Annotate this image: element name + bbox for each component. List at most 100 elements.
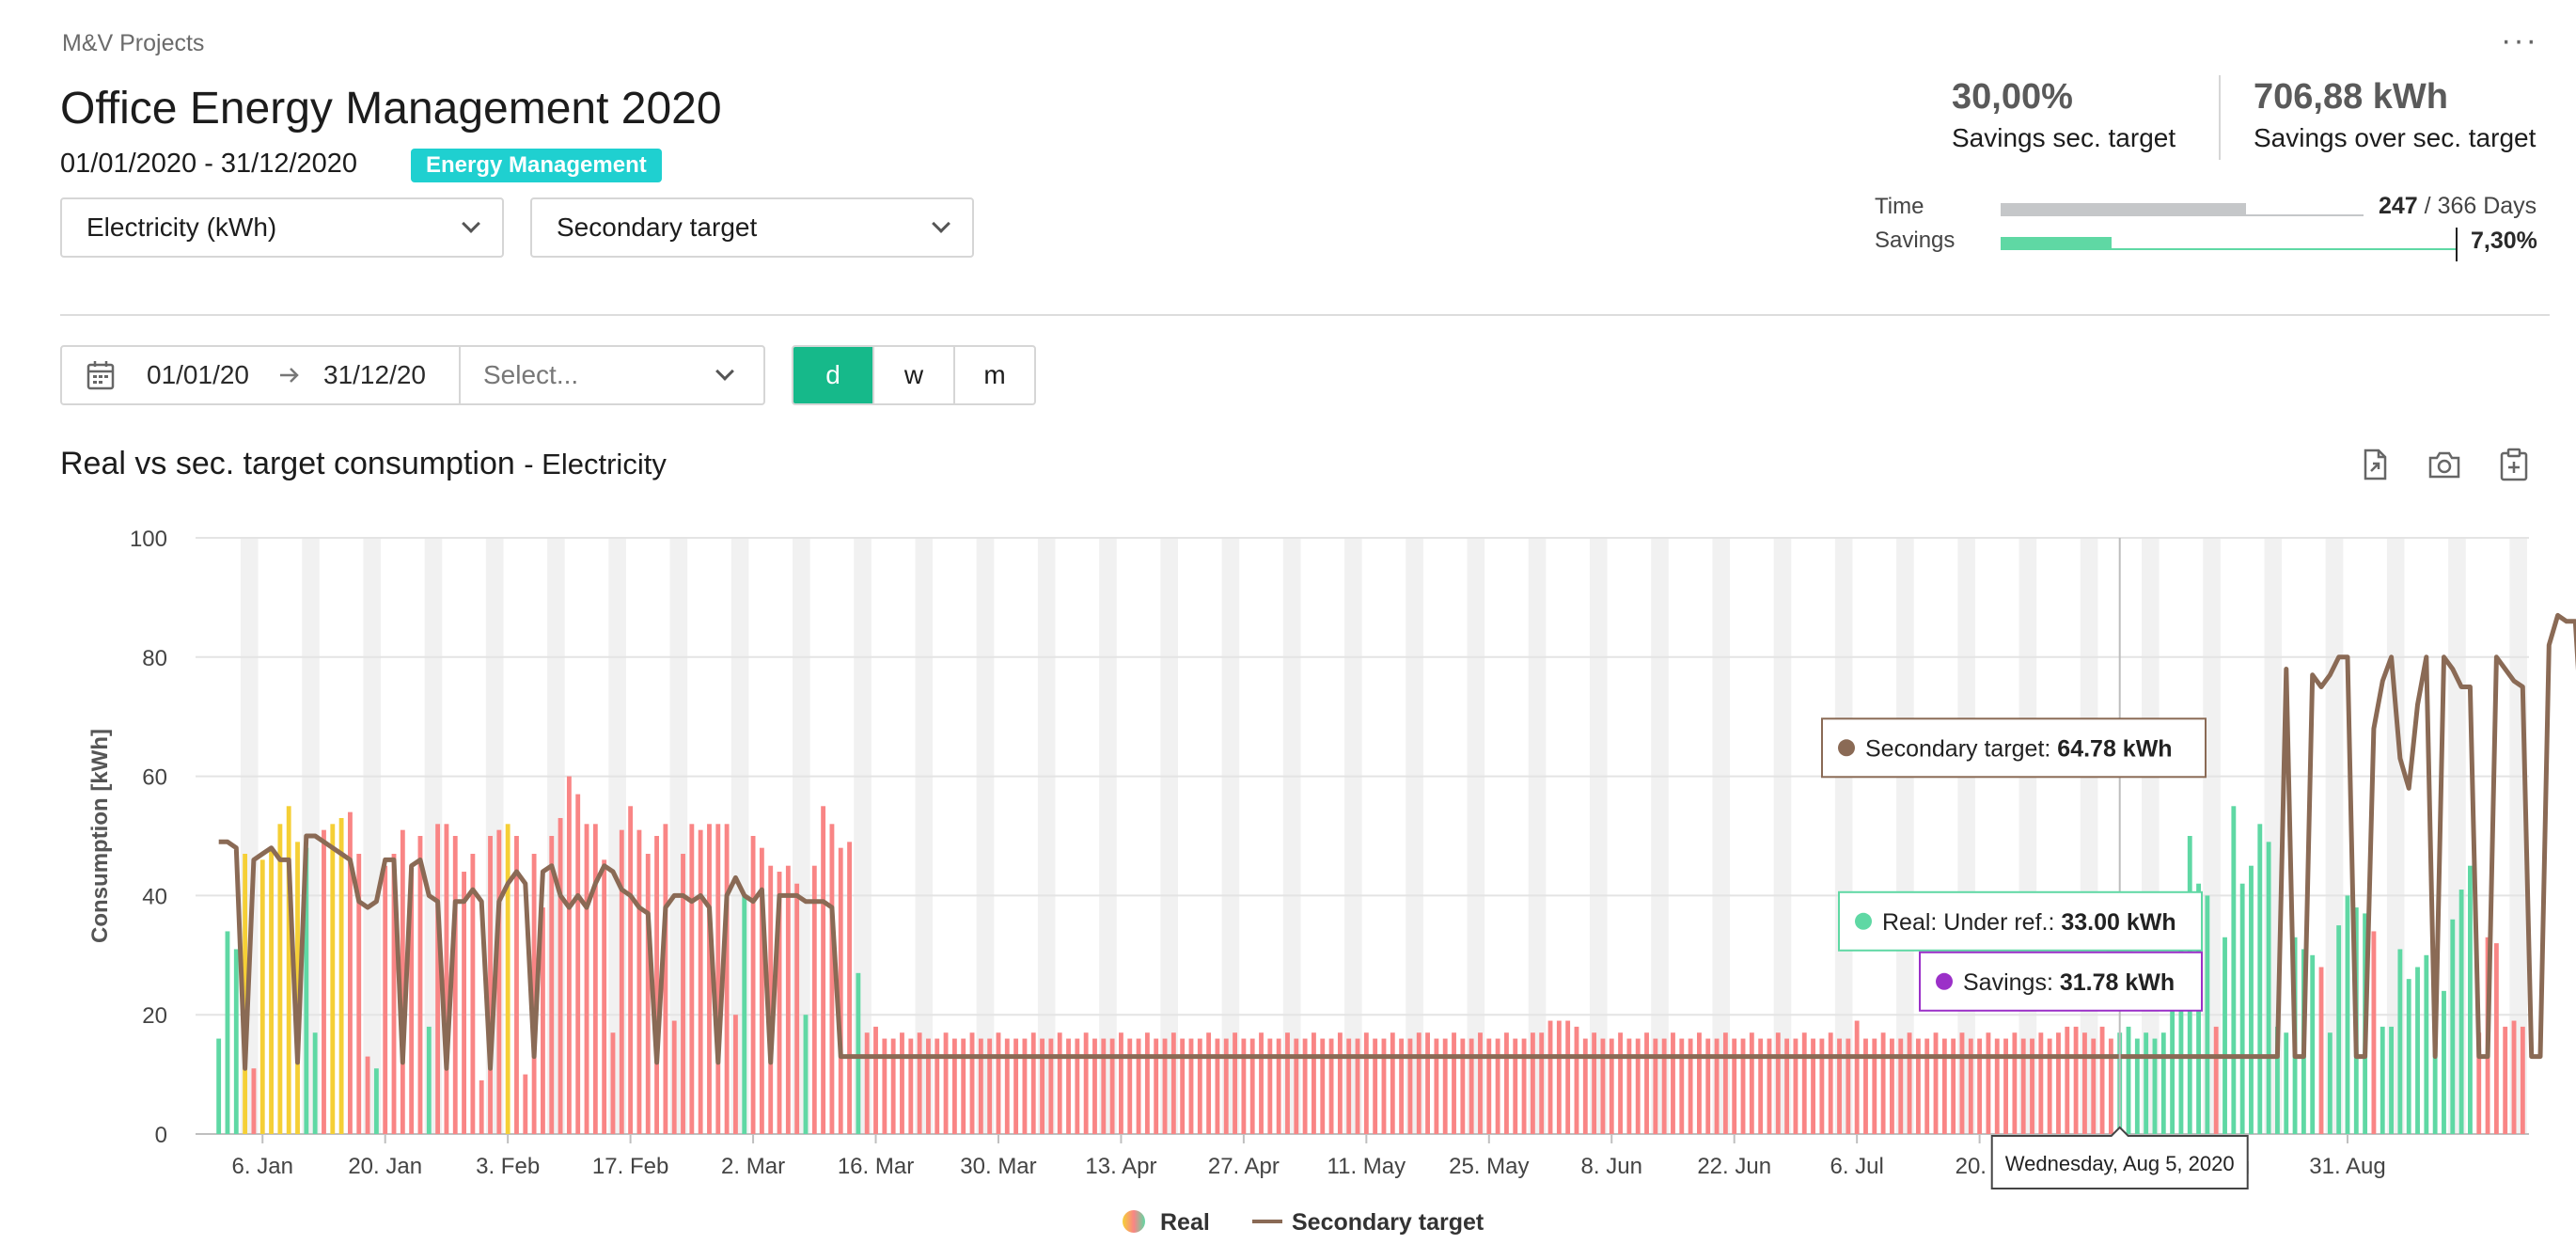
- x-tick-label: 17. Feb: [592, 1154, 668, 1179]
- real-bar: [2284, 1032, 2289, 1134]
- real-bar: [1381, 1038, 1387, 1134]
- y-tick-label: 100: [130, 527, 167, 552]
- real-bar: [636, 829, 642, 1134]
- real-bar: [733, 1015, 738, 1134]
- kpi-divider: [2219, 75, 2221, 160]
- time-progress-bar: [2001, 203, 2364, 216]
- x-tick-label: 22. Jun: [1697, 1154, 1771, 1179]
- time-progress-fill: [2001, 203, 2246, 216]
- real-bar: [1223, 1038, 1229, 1134]
- metric-select[interactable]: Electricity (kWh): [60, 197, 504, 258]
- tooltip-label: Secondary target:: [1865, 735, 2057, 762]
- granularity-week-button[interactable]: w: [872, 347, 953, 403]
- real-bar: [1495, 1038, 1500, 1134]
- target-select[interactable]: Secondary target: [530, 197, 974, 258]
- real-bar: [1626, 1038, 1632, 1134]
- real-bar: [2503, 1026, 2508, 1134]
- real-bar: [259, 859, 265, 1134]
- x-tick-label: 6. Jul: [1830, 1154, 1883, 1179]
- real-bar: [2327, 1032, 2333, 1134]
- breadcrumb[interactable]: M&V Projects: [62, 30, 204, 57]
- real-bar: [610, 1032, 616, 1134]
- real-bar: [1302, 1038, 1308, 1134]
- real-bar: [1119, 1032, 1123, 1134]
- real-bar: [1556, 1020, 1562, 1134]
- real-bar: [2012, 1032, 2018, 1134]
- date-range-picker[interactable]: 01/01/20 31/12/20 Select...: [60, 345, 765, 405]
- date-from-input[interactable]: 01/01/20: [147, 360, 259, 390]
- date-tooltip: Wednesday, Aug 5, 2020: [1990, 1126, 2249, 1189]
- clipboard-icon[interactable]: [2497, 448, 2531, 481]
- real-bar: [1609, 1038, 1614, 1134]
- granularity-month-button[interactable]: m: [953, 347, 1034, 403]
- real-bar: [1180, 1038, 1186, 1134]
- real-bar: [2397, 949, 2403, 1134]
- kpi-value: 706,88 kWh: [2254, 77, 2448, 117]
- real-bar: [1276, 1038, 1281, 1134]
- real-bar: [1994, 1038, 2000, 1134]
- real-bar: [2468, 865, 2473, 1134]
- real-bar: [847, 842, 852, 1134]
- real-bar: [496, 829, 502, 1134]
- real-bar: [1259, 1032, 1264, 1134]
- savings-progress-bar: [2001, 237, 2458, 250]
- real-bar: [1941, 1038, 1947, 1134]
- real-bar: [365, 1056, 370, 1134]
- date-to-input[interactable]: 31/12/20: [323, 360, 446, 390]
- real-bar: [1057, 1032, 1062, 1134]
- time-progress-days: 247: [2379, 193, 2418, 219]
- export-icon[interactable]: [2358, 448, 2392, 481]
- camera-icon[interactable]: [2427, 448, 2461, 481]
- real-bar: [2003, 1038, 2008, 1134]
- real-bar: [470, 854, 476, 1134]
- granularity-day-button[interactable]: d: [793, 347, 872, 403]
- real-bar: [2266, 842, 2271, 1134]
- y-tick-label: 60: [142, 765, 167, 791]
- legend-item-target[interactable]: Secondary target: [1252, 1209, 1484, 1236]
- legend-swatch-real: [1123, 1210, 1145, 1233]
- real-bar: [1644, 1032, 1649, 1134]
- y-axis-label: Consumption [kWh]: [87, 729, 113, 943]
- tooltip-swatch: [1936, 972, 1953, 990]
- real-bar: [1312, 1032, 1316, 1134]
- real-bar: [426, 1026, 432, 1134]
- real-bar: [750, 836, 756, 1134]
- real-bar: [2091, 1038, 2097, 1134]
- real-bar: [435, 824, 441, 1134]
- real-bar: [1539, 1032, 1545, 1134]
- real-bar: [645, 854, 651, 1134]
- consumption-chart[interactable]: 0 20 40 60 80 100 Consumption [kWh] 6. Jan 20. …: [0, 508, 2576, 1260]
- real-bar: [383, 865, 388, 1134]
- real-bar: [1092, 1038, 1097, 1134]
- x-tick-label: 25. May: [1449, 1154, 1529, 1179]
- granularity-toggle[interactable]: d w m: [792, 345, 1036, 405]
- real-bar: [707, 824, 712, 1134]
- real-bar: [803, 1015, 809, 1134]
- chart-title-main: Real vs sec. target consumption: [60, 446, 515, 481]
- x-tick-label: 6. Jan: [232, 1154, 293, 1179]
- real-bar: [1442, 1038, 1448, 1134]
- period-select[interactable]: Select...: [461, 347, 763, 403]
- y-tick-label: 0: [155, 1123, 167, 1148]
- real-bar: [216, 1038, 222, 1134]
- real-bar: [1267, 1038, 1273, 1134]
- real-bar: [1661, 1038, 1667, 1134]
- real-bar: [1048, 1038, 1054, 1134]
- more-options-icon[interactable]: ···: [2501, 23, 2538, 59]
- real-bar: [2126, 1026, 2131, 1134]
- real-bar: [1434, 1038, 1439, 1134]
- real-bar: [715, 824, 721, 1134]
- real-bar: [1767, 1038, 1772, 1134]
- real-bar: [2160, 1032, 2166, 1134]
- real-bar: [2257, 824, 2263, 1134]
- real-bar: [1837, 1038, 1842, 1134]
- real-bar: [1679, 1038, 1685, 1134]
- real-bar: [2371, 931, 2377, 1134]
- real-bar: [269, 847, 274, 1134]
- real-bar: [1075, 1038, 1080, 1134]
- legend-item-real[interactable]: Real: [1123, 1209, 1210, 1236]
- real-bar: [1880, 1032, 1886, 1134]
- real-bar: [2345, 895, 2350, 1134]
- savings-progress-value: 7,30%: [2471, 228, 2537, 254]
- real-bar: [514, 836, 519, 1134]
